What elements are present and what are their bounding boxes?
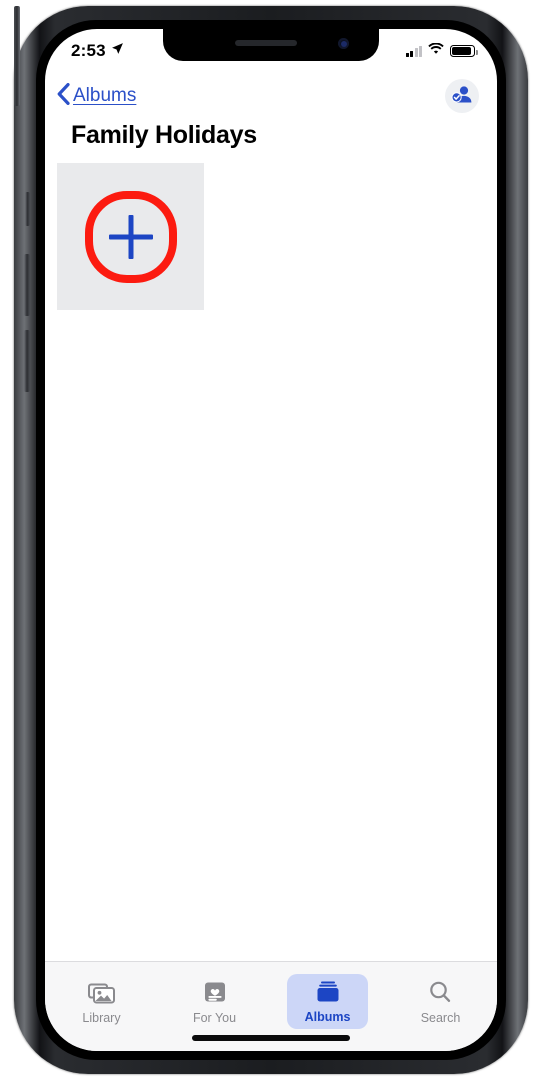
- plus-icon: [109, 215, 153, 259]
- albums-folder-icon: [314, 978, 342, 1006]
- tab-library[interactable]: Library: [45, 974, 158, 1030]
- volume-down-button[interactable]: [24, 330, 30, 392]
- front-camera: [338, 38, 349, 49]
- chevron-left-icon: [57, 82, 70, 110]
- person-badge-checkmark-icon: [450, 82, 474, 111]
- photo-stack-icon: [87, 978, 116, 1006]
- phone-screen: 2:53 Albums Family Holidays Library For …: [45, 29, 497, 1051]
- wifi-icon: [428, 42, 444, 60]
- tab-library-label: Library: [82, 1011, 121, 1025]
- tab-for-you-label: For You: [192, 1011, 237, 1025]
- status-bar-right: [405, 42, 478, 60]
- back-button[interactable]: Albums: [57, 82, 137, 110]
- shared-album-button[interactable]: [445, 79, 479, 113]
- status-time: 2:53: [71, 41, 106, 60]
- earpiece-speaker: [235, 40, 298, 46]
- add-photos-tile[interactable]: [57, 163, 204, 310]
- photo-grid: [57, 163, 485, 310]
- status-bar-left: 2:53: [71, 41, 124, 61]
- tab-for-you[interactable]: For You: [158, 974, 271, 1030]
- page-title: Family Holidays: [71, 121, 257, 149]
- tab-albums-label: Albums: [304, 1010, 351, 1024]
- heart-card-icon: [202, 978, 228, 1006]
- notch: [163, 29, 379, 61]
- back-button-label: Albums: [73, 85, 137, 106]
- location-arrow-icon: [111, 42, 124, 60]
- home-indicator[interactable]: [192, 1035, 350, 1041]
- battery-icon: [450, 45, 478, 57]
- magnifier-icon: [427, 978, 453, 1006]
- volume-up-button[interactable]: [24, 254, 30, 316]
- tab-albums[interactable]: Albums: [271, 974, 384, 1029]
- tab-search-label: Search: [420, 1011, 461, 1025]
- power-button[interactable]: [14, 6, 20, 106]
- cellular-signal-icon: [405, 45, 422, 57]
- mute-switch[interactable]: [25, 192, 30, 226]
- phone-frame: 2:53 Albums Family Holidays Library For …: [14, 6, 528, 1074]
- navigation-bar: Albums: [45, 73, 497, 119]
- tab-search[interactable]: Search: [384, 974, 497, 1030]
